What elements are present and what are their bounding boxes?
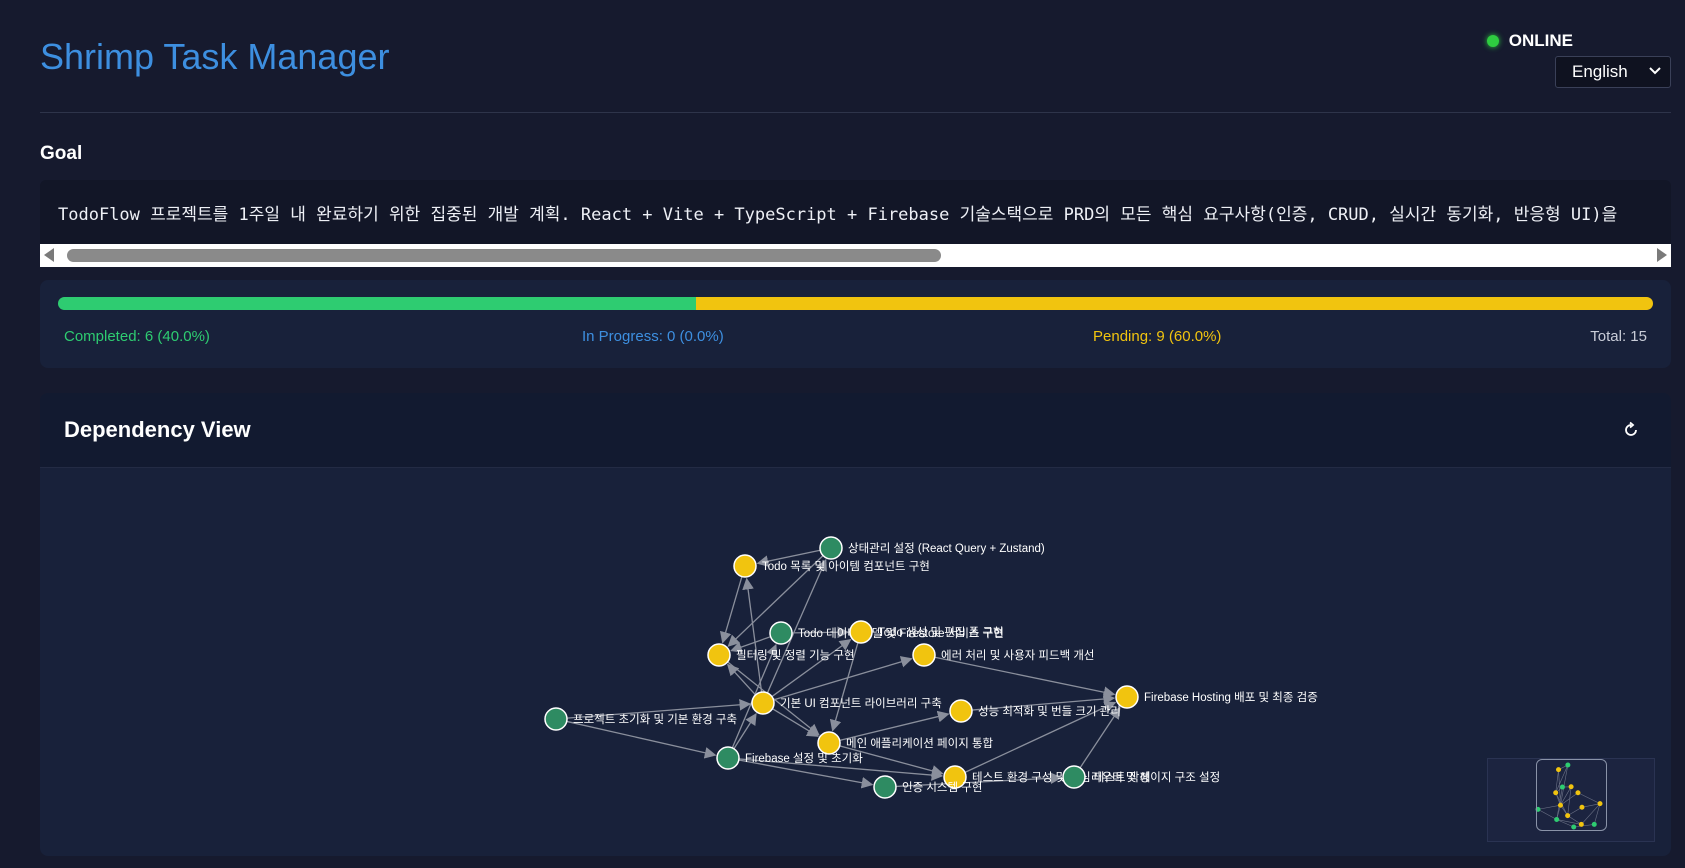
graph-node-circle[interactable] bbox=[949, 699, 973, 723]
graph-node[interactable]: 에러 처리 및 사용자 피드백 개선 bbox=[912, 643, 1095, 667]
status-text: ONLINE bbox=[1508, 31, 1573, 50]
total-count: Total: 15 bbox=[1590, 328, 1647, 345]
graph-node-label: 라우터 및 페이지 구조 설정 bbox=[1091, 771, 1220, 784]
graph-node-circle[interactable] bbox=[544, 707, 568, 731]
graph-node-label: 필터링 및 정렬 기능 구현 bbox=[736, 649, 855, 662]
graph-node[interactable]: 상태관리 설정 (React Query + Zustand) bbox=[819, 536, 1045, 560]
graph-minimap[interactable] bbox=[1487, 758, 1655, 842]
refresh-button[interactable] bbox=[1618, 417, 1644, 443]
page: Shrimp Task Manager ONLINE English Goal … bbox=[0, 0, 1685, 868]
graph-node[interactable]: 메인 애플리케이션 페이지 통합 bbox=[817, 731, 994, 755]
graph-node[interactable]: 프로젝트 초기화 및 기본 환경 구축 bbox=[544, 707, 737, 731]
graph-node-circle[interactable] bbox=[769, 621, 793, 645]
graph-edge bbox=[719, 576, 743, 644]
graph-node-circle[interactable] bbox=[716, 746, 740, 770]
graph-edge bbox=[742, 577, 763, 693]
graph-edge bbox=[566, 720, 717, 759]
graph-node-circle[interactable] bbox=[707, 643, 731, 667]
progress-bar bbox=[58, 297, 1653, 310]
graph-node-label: 성능 최적화 및 번들 크기 관리 bbox=[978, 705, 1121, 718]
graph-node-label: 프로젝트 초기화 및 기본 환경 구축 bbox=[573, 712, 737, 726]
graph-node-label: Firebase 설정 및 초기화 bbox=[745, 752, 863, 765]
graph-node-label: 메인 애플리케이션 페이지 통합 bbox=[846, 737, 994, 750]
dependency-graph-svg[interactable]: 상태관리 설정 (React Query + Zustand) Todo 목록 및… bbox=[40, 468, 1671, 856]
graph-node-label: 에러 처리 및 사용자 피드백 개선 bbox=[941, 649, 1095, 662]
dependency-view-header: Dependency View bbox=[40, 393, 1671, 468]
graph-edge bbox=[726, 663, 757, 696]
graph-node[interactable]: Firebase 설정 및 초기화 bbox=[716, 746, 863, 770]
in-progress-count: In Progress: 0 (0.0%) bbox=[582, 328, 724, 345]
graph-node[interactable]: 기본 UI 컴포넌트 라이브러리 구축 bbox=[751, 691, 942, 715]
goal-horizontal-scrollbar[interactable] bbox=[40, 244, 1671, 267]
graph-node-label: 상태관리 설정 (React Query + Zustand) bbox=[848, 542, 1045, 555]
dependency-graph[interactable]: 상태관리 설정 (React Query + Zustand) Todo 목록 및… bbox=[40, 468, 1671, 856]
graph-node-circle[interactable] bbox=[1062, 765, 1086, 789]
refresh-icon bbox=[1625, 421, 1637, 436]
graph-node[interactable]: 성능 최적화 및 번들 크기 관리 bbox=[949, 699, 1121, 723]
graph-node[interactable]: Firebase Hosting 배포 및 최종 검증 bbox=[1115, 685, 1318, 709]
graph-edge bbox=[934, 656, 1116, 698]
graph-edge bbox=[772, 708, 819, 737]
graph-edge bbox=[839, 710, 950, 742]
dependency-view-card: Dependency View 상태관리 설정 (React Query + Z… bbox=[40, 393, 1671, 856]
progress-segment-completed bbox=[58, 297, 696, 310]
graph-node-label: 인증 시스템 구현 bbox=[902, 781, 982, 794]
completed-count: Completed: 6 (40.0%) bbox=[64, 328, 210, 345]
header-divider bbox=[40, 112, 1671, 113]
goal-text: TodoFlow 프로젝트를 1주일 내 완료하기 위한 집중된 개발 계획. … bbox=[58, 205, 1618, 225]
goal-box[interactable]: TodoFlow 프로젝트를 1주일 내 완료하기 위한 집중된 개발 계획. … bbox=[40, 180, 1671, 244]
scroll-left-arrow-icon[interactable] bbox=[44, 248, 54, 262]
progress-segment-pending bbox=[696, 297, 1653, 310]
graph-node-circle[interactable] bbox=[873, 775, 897, 799]
pending-count: Pending: 9 (60.0%) bbox=[1093, 328, 1222, 345]
graph-node-circle[interactable] bbox=[733, 554, 757, 578]
graph-node-circle[interactable] bbox=[751, 691, 775, 715]
status-dot-icon bbox=[1486, 35, 1499, 47]
app-title: Shrimp Task Manager bbox=[40, 36, 390, 77]
graph-node-label: Todo 생성 및 편집 폼 구현 bbox=[878, 626, 1004, 639]
goal-heading: Goal bbox=[40, 143, 83, 164]
graph-node-circle[interactable] bbox=[849, 620, 873, 644]
minimap-viewport[interactable] bbox=[1536, 759, 1607, 831]
progress-card: Completed: 6 (40.0%) In Progress: 0 (0.0… bbox=[40, 280, 1671, 368]
graph-node-circle[interactable] bbox=[817, 731, 841, 755]
language-select-value: English bbox=[1572, 62, 1628, 81]
connection-status: ONLINE bbox=[1486, 31, 1573, 51]
graph-node-circle[interactable] bbox=[1115, 685, 1139, 709]
chevron-down-icon bbox=[1648, 63, 1662, 80]
scroll-right-arrow-icon[interactable] bbox=[1657, 248, 1667, 262]
graph-edge bbox=[730, 636, 771, 653]
graph-node-label: Firebase Hosting 배포 및 최종 검증 bbox=[1144, 691, 1318, 704]
dependency-view-title: Dependency View bbox=[64, 417, 251, 442]
graph-node-label: 기본 UI 컴포넌트 라이브러리 구축 bbox=[780, 697, 942, 710]
language-select[interactable]: English bbox=[1555, 56, 1671, 88]
graph-node-circle[interactable] bbox=[819, 536, 843, 560]
scrollbar-thumb[interactable] bbox=[67, 249, 941, 262]
graph-node-label: Todo 목록 및 아이템 컴포넌트 구현 bbox=[762, 560, 930, 573]
graph-node-circle[interactable] bbox=[912, 643, 936, 667]
